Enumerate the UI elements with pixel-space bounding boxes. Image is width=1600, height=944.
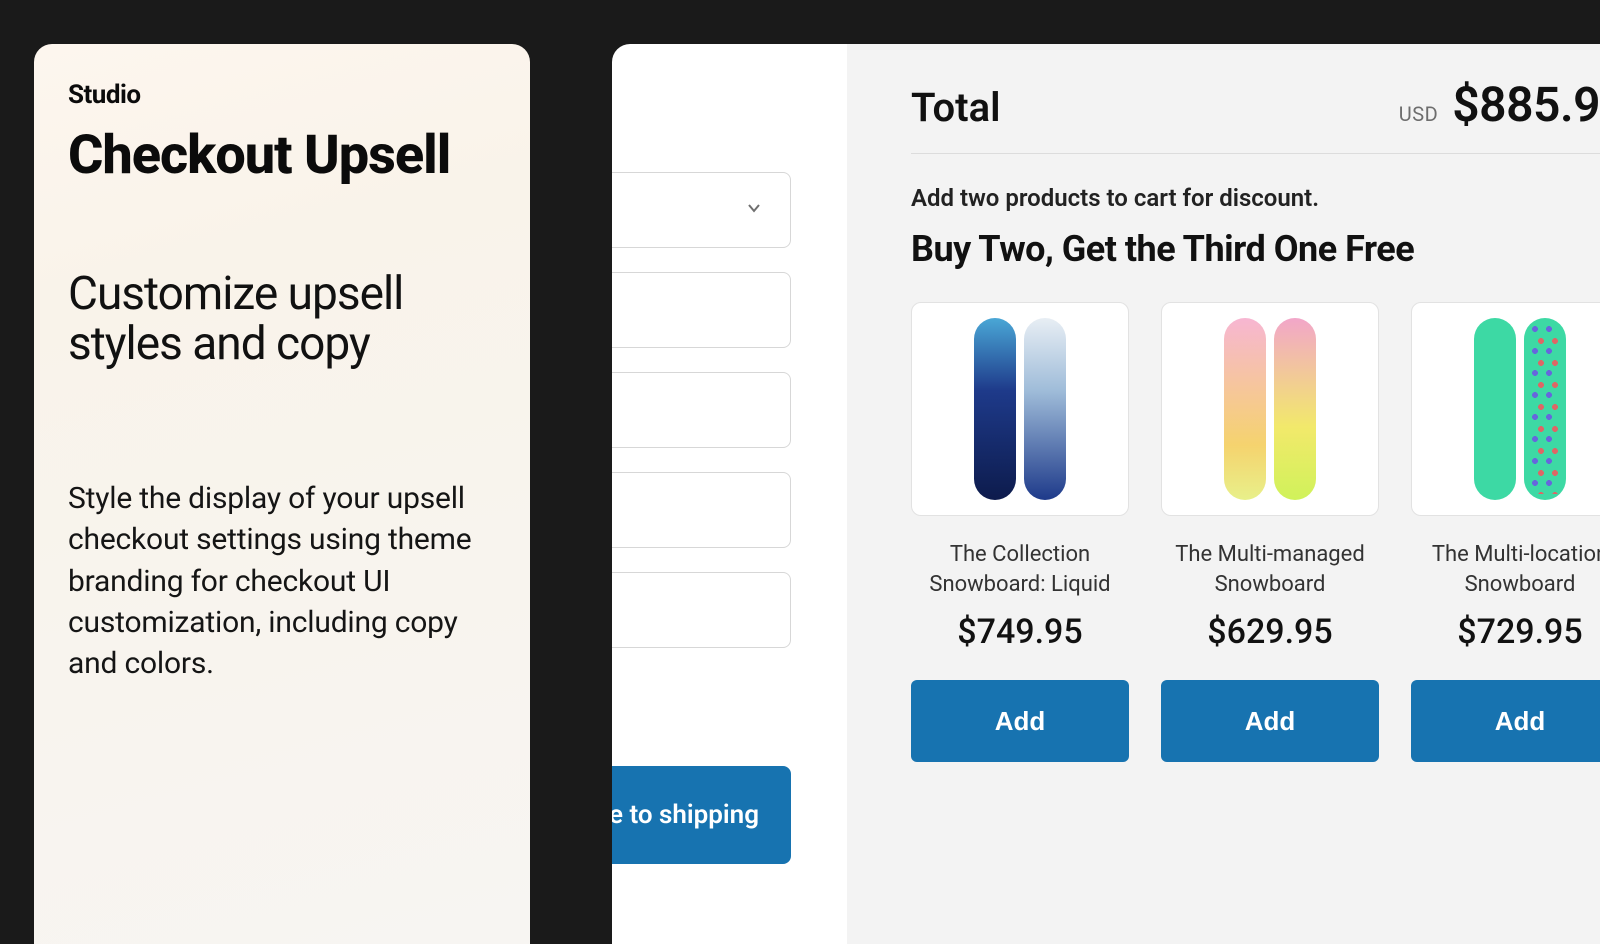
snowboard-icon [974,318,1016,500]
form-text-field[interactable] [612,472,791,548]
add-to-cart-button[interactable]: Add [1411,680,1600,762]
continue-to-shipping-button[interactable]: ue to shipping [612,766,791,864]
total-row: Total USD $885.9 [911,44,1600,153]
studio-info-card: Studio Checkout Upsell Customize upsell … [34,44,530,944]
product-name: The Multi-location Snowboard [1411,540,1600,602]
product-card: The Collection Snowboard: Liquid $749.95… [911,302,1129,762]
snowboard-icon [1274,318,1316,500]
product-image [911,302,1129,516]
studio-body: Style the display of your upsell checkou… [68,478,496,685]
snowboard-icon [1024,318,1066,500]
product-image [1161,302,1379,516]
upsell-title: Buy Two, Get the Third One Free [911,228,1600,270]
product-card: The Multi-managed Snowboard $629.95 Add [1161,302,1379,762]
form-text-field[interactable] [612,572,791,648]
product-price: $749.95 [911,612,1129,652]
product-price: $729.95 [1411,612,1600,652]
upsell-product-row: The Collection Snowboard: Liquid $749.95… [911,302,1600,762]
order-summary-panel: Total USD $885.9 Add two products to car… [847,44,1600,944]
product-name: The Collection Snowboard: Liquid [911,540,1129,602]
form-text-field[interactable] [612,372,791,448]
form-select-field[interactable] [612,172,791,248]
continue-button-label: ue to shipping [612,800,759,830]
total-amount: $885.9 [1452,76,1600,133]
snowboard-icon [1474,318,1516,500]
currency-code: USD [1399,102,1438,126]
upsell-hint: Add two products to cart for discount. [911,184,1600,212]
total-label: Total [911,84,1001,131]
add-to-cart-button[interactable]: Add [1161,680,1379,762]
snowboard-icon [1224,318,1266,500]
checkout-form-panel: ue to shipping [612,44,847,944]
product-price: $629.95 [1161,612,1379,652]
studio-subtitle: Customize upsell styles and copy [68,269,496,370]
product-name: The Multi-managed Snowboard [1161,540,1379,602]
page-title: Checkout Upsell [68,128,496,185]
form-text-field[interactable] [612,272,791,348]
add-to-cart-button[interactable]: Add [911,680,1129,762]
snowboard-icon [1524,318,1566,500]
product-card: The Multi-location Snowboard $729.95 Add [1411,302,1600,762]
divider [911,153,1600,154]
product-image [1411,302,1600,516]
chevron-down-icon [744,198,764,222]
studio-brand: Studio [68,80,496,110]
